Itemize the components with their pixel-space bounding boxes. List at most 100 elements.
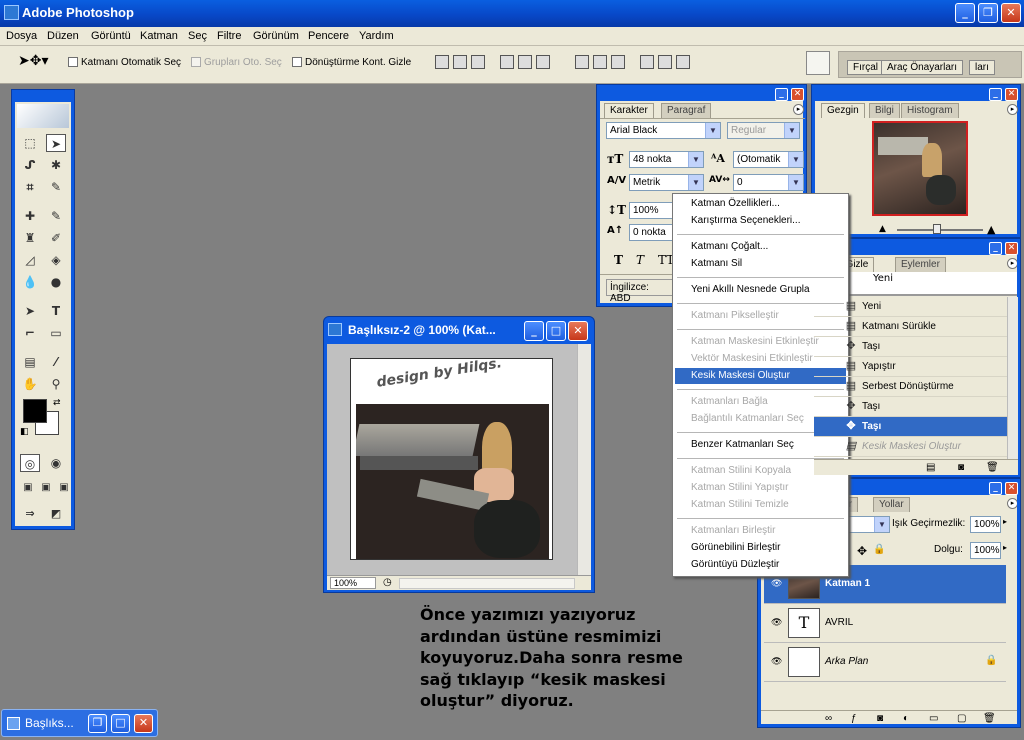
- distribute-bottom-icon[interactable]: [611, 55, 625, 69]
- delete-state-icon[interactable]: 🗑: [986, 462, 999, 473]
- tab-karakter[interactable]: Karakter: [604, 103, 654, 118]
- swap-colors-icon[interactable]: ⇄: [53, 398, 61, 408]
- faux-bold-icon[interactable]: T: [614, 253, 623, 267]
- adjustment-layer-icon[interactable]: ◐: [903, 713, 909, 724]
- link-layers-icon[interactable]: ∞: [825, 713, 832, 724]
- type-tool-icon[interactable]: T: [46, 302, 66, 320]
- palette-menu-icon[interactable]: ▸: [1007, 498, 1017, 509]
- screen-mode-full-menu-icon[interactable]: ▣: [36, 479, 56, 497]
- new-document-from-state-icon[interactable]: ▤: [926, 462, 935, 473]
- menu-yardim[interactable]: Yardım: [359, 30, 394, 42]
- document-canvas[interactable]: design by Hilqs.: [350, 358, 553, 560]
- document-canvas-area[interactable]: design by Hilqs.: [327, 344, 591, 589]
- crop-tool-icon[interactable]: ⌗: [20, 178, 40, 196]
- tab-histogram[interactable]: Histogram: [901, 103, 959, 118]
- context-menu-item[interactable]: Yeni Akıllı Nesnede Grupla: [675, 282, 846, 298]
- marquee-tool-icon[interactable]: ⬚: [20, 134, 40, 152]
- distribute-hcenter-icon[interactable]: [658, 55, 672, 69]
- palette-minimize-icon[interactable]: _: [989, 242, 1002, 255]
- tab-bilgi[interactable]: Bilgi: [869, 103, 900, 118]
- lock-all-icon[interactable]: 🔒: [873, 544, 885, 555]
- close-icon[interactable]: ✕: [1001, 3, 1021, 23]
- jump-to-imageready-icon[interactable]: ⇒: [20, 505, 40, 523]
- paint-bucket-tool-icon[interactable]: ◈: [46, 251, 66, 269]
- history-brush-tool-icon[interactable]: ✐: [46, 229, 66, 247]
- align-top-icon[interactable]: [435, 55, 449, 69]
- blur-tool-icon[interactable]: 💧: [20, 273, 40, 291]
- menu-duzen[interactable]: Düzen: [47, 30, 79, 42]
- default-colors-icon[interactable]: ◧: [20, 427, 29, 437]
- context-menu-item[interactable]: Katmanı Sil: [675, 256, 846, 272]
- dodge-tool-icon[interactable]: ●: [46, 273, 66, 291]
- layer-row-arka-plan[interactable]: 👁 Arka Plan 🔒: [764, 643, 1006, 682]
- tab-paragraf[interactable]: Paragraf: [661, 103, 712, 118]
- tab-yollar[interactable]: Yollar: [873, 497, 910, 512]
- palette-close-icon[interactable]: ✕: [1005, 482, 1018, 495]
- clone-stamp-tool-icon[interactable]: ♜: [20, 229, 40, 247]
- new-layer-icon[interactable]: ▢: [957, 713, 966, 724]
- shape-tool-icon[interactable]: ▭: [46, 324, 66, 342]
- foreground-color-swatch-front[interactable]: [23, 399, 47, 423]
- history-state[interactable]: ✥ Taşı: [814, 397, 1018, 417]
- distribute-right-icon[interactable]: [676, 55, 690, 69]
- hand-tool-icon[interactable]: ✋: [20, 375, 40, 393]
- faux-italic-icon[interactable]: T: [636, 253, 644, 267]
- context-menu-item[interactable]: Karıştırma Seçenekleri...: [675, 213, 846, 229]
- palette-close-icon[interactable]: ✕: [1005, 88, 1018, 101]
- align-left-icon[interactable]: [500, 55, 514, 69]
- status-menu-icon[interactable]: ◷: [383, 577, 392, 588]
- doc-minimize-icon[interactable]: _: [524, 321, 544, 341]
- brush-tool-icon[interactable]: ✎: [46, 207, 66, 225]
- pen-tool-icon[interactable]: ⌐: [20, 324, 40, 342]
- menu-pencere[interactable]: Pencere: [308, 30, 349, 42]
- menu-sec[interactable]: Seç: [188, 30, 207, 42]
- zoom-slider-handle[interactable]: [933, 224, 941, 234]
- layer-row-avril[interactable]: 👁 T AVRIL: [764, 604, 1006, 643]
- vertical-scale-input[interactable]: 100%: [629, 202, 674, 219]
- standard-mode-icon[interactable]: ◎: [20, 454, 40, 472]
- leading-select[interactable]: (Otomatik ▼: [733, 151, 804, 168]
- tab-eylemler[interactable]: Eylemler: [895, 257, 946, 272]
- screen-mode-standard-icon[interactable]: ▣: [18, 479, 38, 497]
- well-tab-more[interactable]: ları: [969, 60, 995, 75]
- path-selection-tool-icon[interactable]: ➤: [20, 302, 40, 320]
- context-menu-item[interactable]: Katmanı Çoğalt...: [675, 239, 846, 255]
- history-state[interactable]: ▤ Katmanı Sürükle: [814, 317, 1018, 337]
- restore-icon[interactable]: ❐: [88, 714, 107, 733]
- well-tab-brushes[interactable]: Fırçal: [847, 60, 884, 75]
- layer-style-icon[interactable]: ƒ: [851, 713, 857, 724]
- palette-minimize-icon[interactable]: _: [989, 482, 1002, 495]
- font-size-select[interactable]: 48 nokta ▼: [629, 151, 704, 168]
- align-right-icon[interactable]: [536, 55, 550, 69]
- eraser-tool-icon[interactable]: ◿: [20, 251, 40, 269]
- slice-tool-icon[interactable]: ✎: [46, 178, 66, 196]
- zoom-field[interactable]: 100%: [330, 577, 376, 589]
- move-tool-preset-icon[interactable]: ➤✥▾: [18, 53, 54, 73]
- notes-tool-icon[interactable]: ▤: [20, 353, 40, 371]
- delete-layer-icon[interactable]: 🗑: [983, 713, 996, 724]
- palette-menu-icon[interactable]: ▸: [1007, 104, 1018, 115]
- eyedropper-tool-icon[interactable]: ⁄: [46, 353, 66, 371]
- feather-logo[interactable]: [17, 104, 69, 128]
- menu-gorunum[interactable]: Görünüm: [253, 30, 299, 42]
- kerning-select[interactable]: Metrik ▼: [629, 174, 704, 191]
- doc-maximize-icon[interactable]: □: [546, 321, 566, 341]
- palette-close-icon[interactable]: ✕: [1005, 242, 1018, 255]
- opacity-input[interactable]: 100%: [970, 516, 1001, 533]
- lasso-tool-icon[interactable]: ᔑ: [20, 156, 40, 174]
- history-state[interactable]: ▤ Yapıştır: [814, 357, 1018, 377]
- history-scrollbar[interactable]: [1007, 297, 1018, 459]
- history-state[interactable]: ▤ Serbest Dönüştürme: [814, 377, 1018, 397]
- auto-select-checkbox[interactable]: [68, 57, 78, 67]
- fill-input[interactable]: 100%: [970, 542, 1001, 559]
- menu-goruntu[interactable]: Görüntü: [91, 30, 131, 42]
- tracking-select[interactable]: 0 ▼: [733, 174, 804, 191]
- doc-close-icon[interactable]: ✕: [568, 321, 588, 341]
- menu-katman[interactable]: Katman: [140, 30, 178, 42]
- palette-minimize-icon[interactable]: _: [775, 88, 788, 101]
- go-to-bridge-icon[interactable]: [806, 51, 830, 75]
- palette-menu-icon[interactable]: ▸: [1007, 258, 1017, 269]
- history-state[interactable]: ▤ Yeni: [814, 297, 1018, 317]
- layer-mask-icon[interactable]: ◙: [877, 713, 883, 724]
- distribute-left-icon[interactable]: [640, 55, 654, 69]
